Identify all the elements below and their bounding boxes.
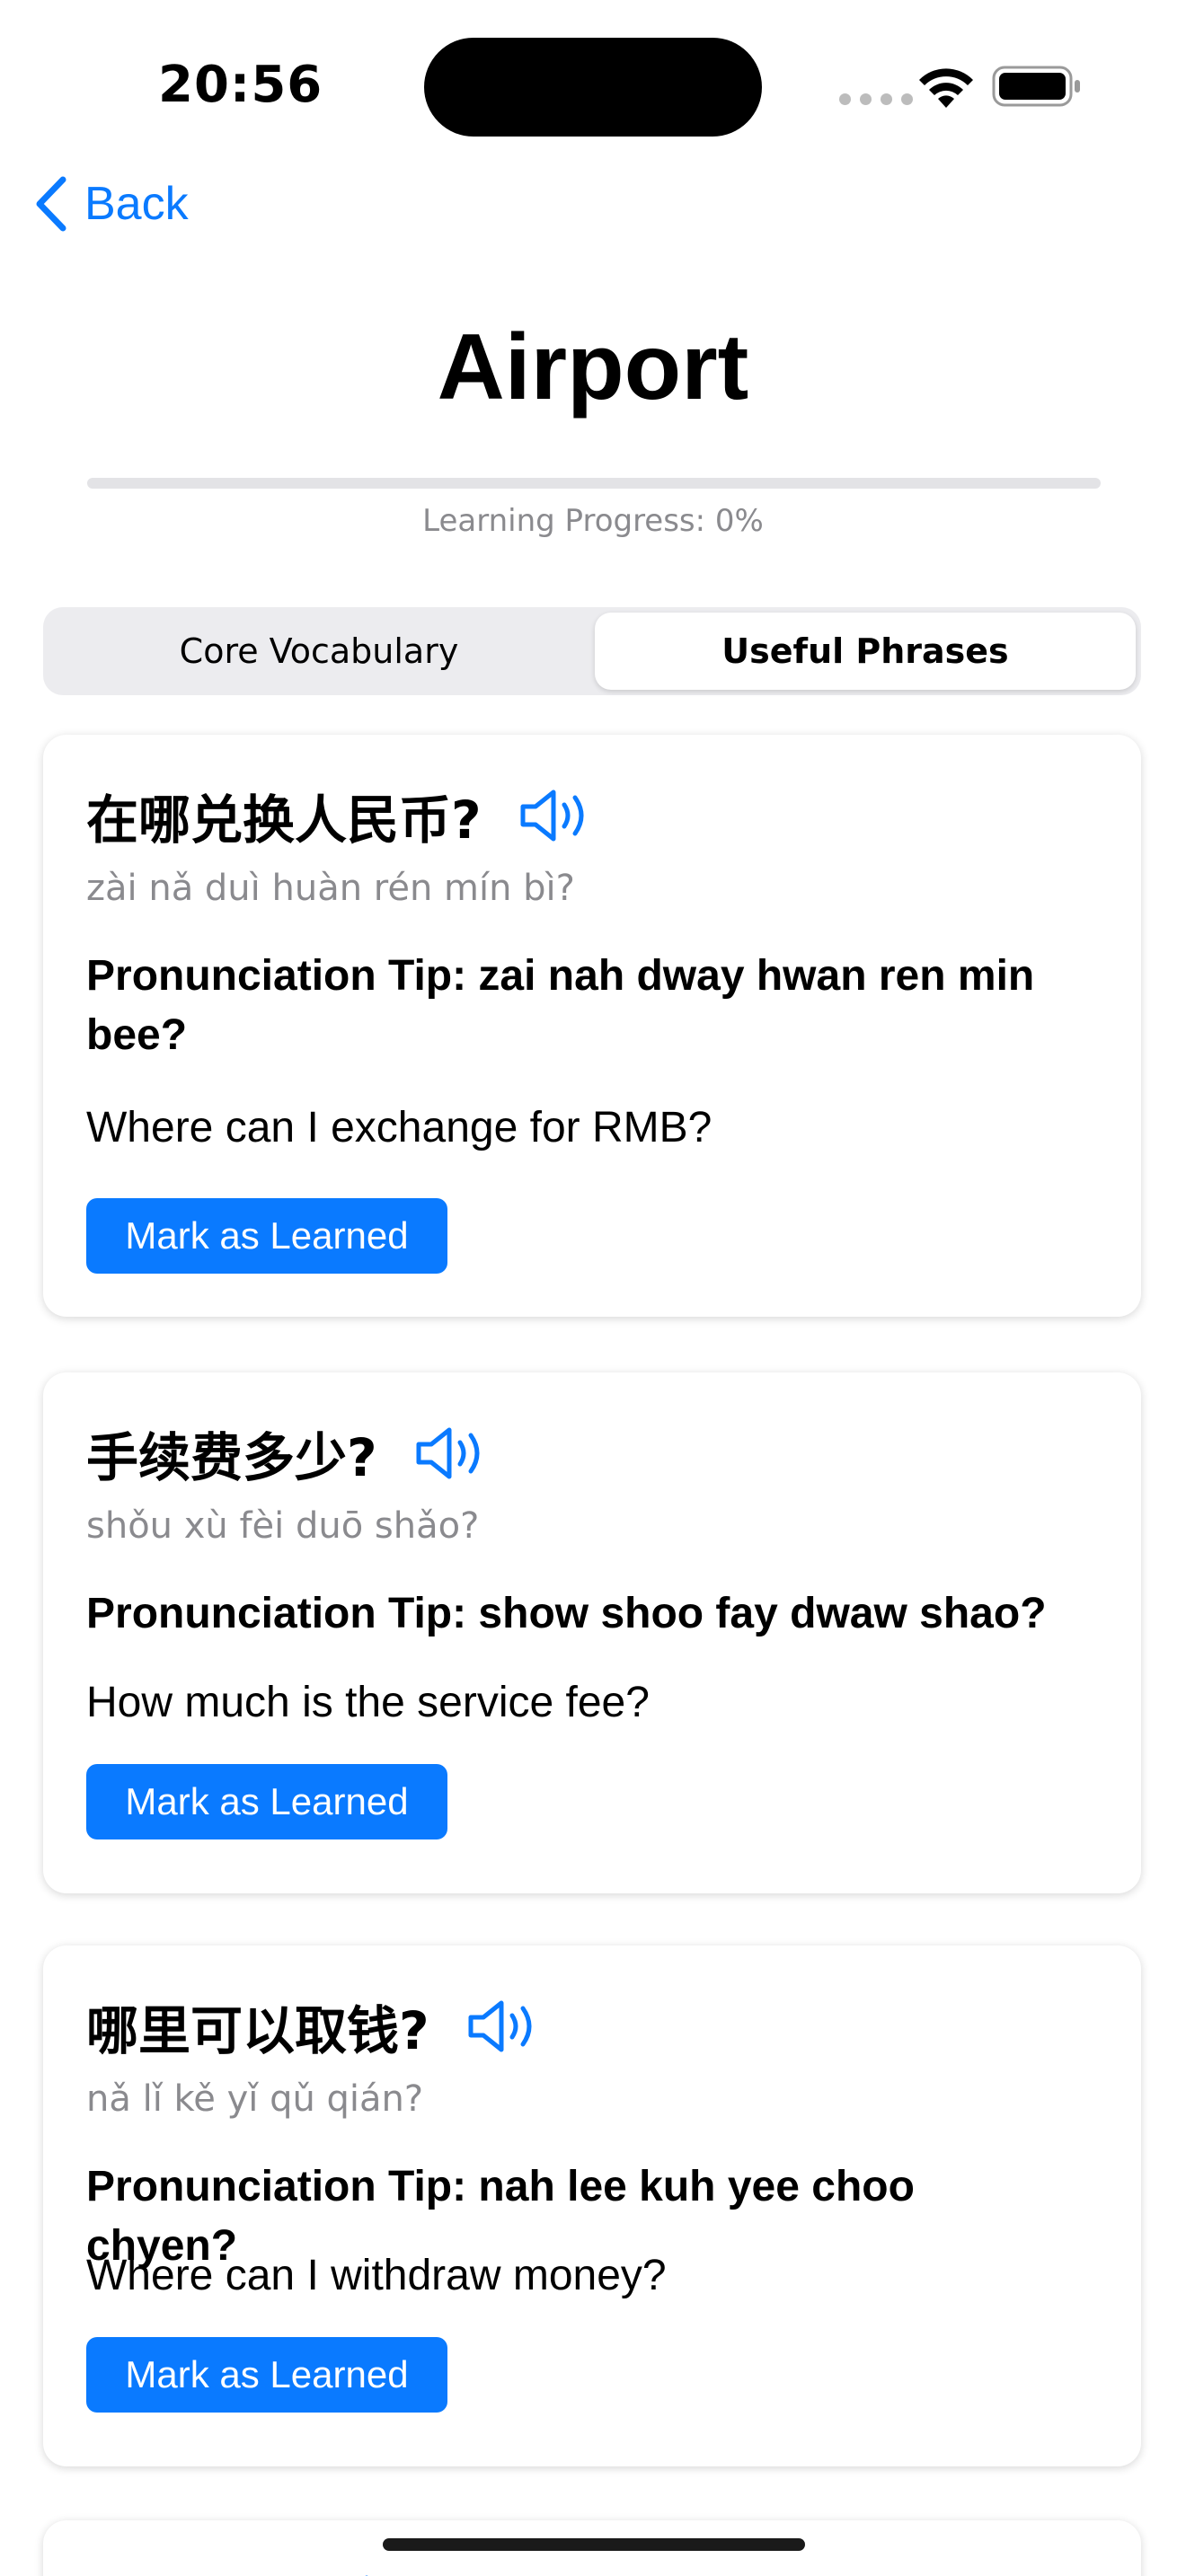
cellular-signal-icon [839,93,913,105]
screen: 20:56 Back Airport Learning Progress: 0%… [0,0,1186,2576]
mark-as-learned-button[interactable]: Mark as Learned [86,2337,447,2413]
wifi-icon [919,68,973,108]
tab-core-vocabulary[interactable]: Core Vocabulary [49,613,589,690]
phrase-pinyin: shǒu xù fèi duō shǎo? [86,1505,480,1547]
phrase-hanzi: 帮我注册 [86,2563,295,2576]
phrase-header: 在哪兑换人民币? [86,778,591,853]
speaker-icon[interactable] [465,1998,539,2055]
dynamic-island [424,38,762,137]
mark-as-learned-button[interactable]: Mark as Learned [86,1764,447,1839]
pronunciation-tip: Pronunciation Tip: zai nah dway hwan ren… [86,952,1035,1059]
phrase-pinyin: nǎ lǐ kě yǐ qǔ qián? [86,2078,424,2120]
tab-useful-phrases[interactable]: Useful Phrases [595,613,1136,690]
progress-label: Learning Progress: 0% [422,503,764,539]
chevron-left-icon [36,176,66,232]
battery-icon [992,66,1080,107]
status-time: 20:56 [158,56,323,114]
segmented-control: Core Vocabulary Useful Phrases [43,607,1141,695]
phrase-meaning: How much is the service fee? [86,1679,650,1726]
phrase-card: 在哪兑换人民币? zài nǎ duì huàn rén mín bì? Pro… [43,735,1141,1317]
phrase-header: 手续费多少? [86,1416,487,1491]
speaker-icon[interactable] [518,787,591,844]
home-indicator[interactable] [383,2538,805,2551]
phrase-card: 哪里可以取钱? nǎ lǐ kě yǐ qǔ qián? Pronunciati… [43,1945,1141,2466]
speaker-icon[interactable] [331,2572,404,2576]
progress-bar [87,478,1101,489]
pronunciation-tip: Pronunciation Tip: show shoo fay dwaw sh… [86,1590,1047,1637]
back-button[interactable]: Back [34,176,189,232]
speaker-icon[interactable] [413,1425,487,1482]
phrase-pinyin: zài nǎ duì huàn rén mín bì? [86,868,575,909]
phrase-hanzi: 手续费多少? [86,1427,377,1488]
phrase-meaning: Where can I exchange for RMB? [86,1104,712,1151]
mark-as-learned-button[interactable]: Mark as Learned [86,1198,447,1274]
phrase-hanzi: 哪里可以取钱? [86,2000,429,2061]
phrase-card: 手续费多少? shǒu xù fèi duō shǎo? Pronunciati… [43,1372,1141,1893]
phrase-meaning: Where can I withdraw money? [86,2252,667,2299]
phrase-header: 帮我注册 [86,2563,404,2576]
phrase-hanzi: 在哪兑换人民币? [86,790,482,851]
page-title: Airport [437,315,749,419]
back-label: Back [84,178,189,230]
phrase-header: 哪里可以取钱? [86,1989,539,2064]
